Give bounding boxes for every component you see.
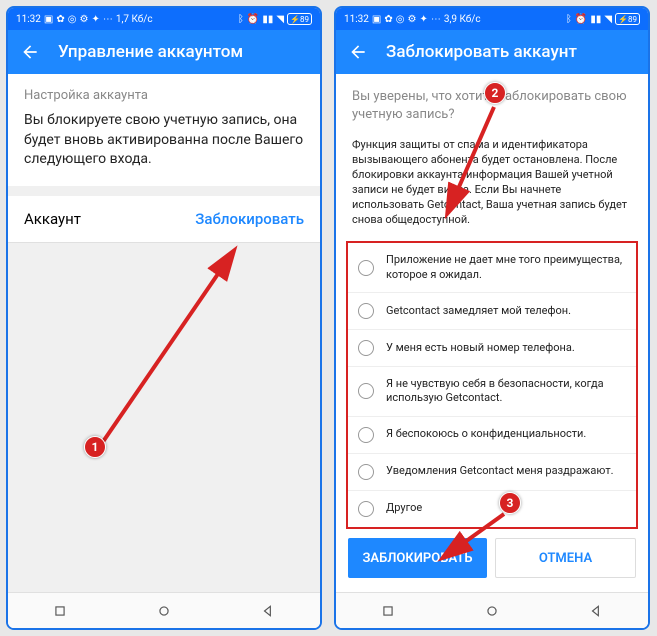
- radio-icon: [358, 383, 374, 399]
- block-button[interactable]: ЗАБЛОКИРОВАТЬ: [348, 538, 487, 578]
- reasons-list: Приложение не дает мне того преимущества…: [346, 241, 638, 528]
- nav-recent-icon[interactable]: [53, 604, 67, 618]
- net-speed: 3,9 Кб/с: [444, 14, 481, 25]
- appbar: Управление аккаунтом: [8, 30, 320, 74]
- reason-option[interactable]: Уведомления Getcontact меня раздражают.: [348, 454, 636, 491]
- bluetooth-icon: ᛒ: [238, 14, 244, 25]
- reason-option[interactable]: Я не чувствую себя в безопасности, когда…: [348, 367, 636, 417]
- status-icon: ✿: [384, 14, 392, 25]
- radio-icon: [358, 464, 374, 480]
- radio-icon: [358, 340, 374, 356]
- reason-option[interactable]: Я беспокоюсь о конфиденциальности.: [348, 417, 636, 454]
- page-title: Управление аккаунтом: [58, 42, 243, 62]
- nav-recent-icon[interactable]: [381, 604, 395, 618]
- battery-indicator: ⚡89: [287, 13, 312, 25]
- radio-icon: [358, 303, 374, 319]
- android-navbar: [8, 592, 320, 628]
- wifi-icon: ◥: [604, 14, 612, 25]
- status-icon: ▣: [44, 14, 53, 25]
- status-icon: ✿: [56, 14, 64, 25]
- step-badge-1: 1: [84, 436, 106, 458]
- status-icon: ✦: [419, 14, 427, 25]
- section-header: Настройка аккаунта: [8, 74, 320, 111]
- signal-icon: ▮▮: [590, 14, 601, 25]
- nav-back-icon[interactable]: [261, 604, 275, 618]
- cancel-button[interactable]: ОТМЕНА: [495, 538, 636, 578]
- status-icon: ▣: [372, 14, 381, 25]
- step-badge-3: 3: [499, 492, 521, 514]
- page-title: Заблокировать аккаунт: [386, 42, 577, 62]
- status-icon: ◎: [68, 14, 77, 25]
- nav-home-icon[interactable]: [157, 604, 171, 618]
- reason-option[interactable]: Приложение не дает мне того преимущества…: [348, 243, 636, 293]
- nav-back-icon[interactable]: [589, 604, 603, 618]
- radio-icon: [358, 501, 374, 517]
- status-icon: ⋯: [431, 14, 441, 25]
- divider: [8, 186, 320, 196]
- radio-icon: [358, 427, 374, 443]
- reason-option[interactable]: У меня есть новый номер телефона.: [348, 330, 636, 367]
- step-badge-2: 2: [484, 82, 506, 104]
- reason-option[interactable]: Другое: [348, 491, 636, 527]
- battery-indicator: ⚡89: [615, 13, 640, 25]
- status-icon: ⚙: [79, 14, 88, 25]
- content-area: Настройка аккаунта Вы блокируете свою уч…: [8, 74, 320, 628]
- status-time: 11:32: [16, 14, 41, 25]
- account-row: Аккаунт Заблокировать: [8, 196, 320, 243]
- nav-home-icon[interactable]: [485, 604, 499, 618]
- alarm-icon: ⏰: [247, 14, 259, 25]
- status-icon: ✦: [91, 14, 99, 25]
- signal-icon: ▮▮: [262, 14, 273, 25]
- status-time: 11:32: [344, 14, 369, 25]
- button-row: ЗАБЛОКИРОВАТЬ ОТМЕНА: [336, 524, 648, 592]
- appbar: Заблокировать аккаунт: [336, 30, 648, 74]
- section-description: Вы блокируете свою учетную запись, она б…: [8, 111, 320, 186]
- alarm-icon: ⏰: [575, 14, 587, 25]
- phone-right: 11:32 ▣ ✿ ◎ ⚙ ✦ ⋯ 3,9 Кб/с ᛒ ⏰ ▮▮ ◥ ⚡89 …: [334, 6, 650, 630]
- status-icon: ⚙: [407, 14, 416, 25]
- back-icon[interactable]: [348, 42, 368, 62]
- wifi-icon: ◥: [276, 14, 284, 25]
- status-icon: ◎: [396, 14, 405, 25]
- net-speed: 1,7 Кб/с: [116, 14, 153, 25]
- confirm-description: Функция защиты от спама и идентификатора…: [336, 130, 648, 237]
- status-icon: ⋯: [103, 14, 113, 25]
- account-label: Аккаунт: [24, 210, 81, 228]
- phone-left: 11:32 ▣ ✿ ◎ ⚙ ✦ ⋯ 1,7 Кб/с ᛒ ⏰ ▮▮ ◥ ⚡89 …: [6, 6, 322, 630]
- bluetooth-icon: ᛒ: [566, 14, 572, 25]
- annotation-arrow: [78, 234, 258, 464]
- android-navbar: [336, 592, 648, 628]
- content-area: Вы уверены, что хотите заблокировать сво…: [336, 74, 648, 628]
- statusbar: 11:32 ▣ ✿ ◎ ⚙ ✦ ⋯ 3,9 Кб/с ᛒ ⏰ ▮▮ ◥ ⚡89: [336, 8, 648, 30]
- block-link[interactable]: Заблокировать: [195, 210, 304, 228]
- back-icon[interactable]: [20, 42, 40, 62]
- radio-icon: [358, 260, 374, 276]
- reason-option[interactable]: Getcontact замедляет мой телефон.: [348, 293, 636, 330]
- statusbar: 11:32 ▣ ✿ ◎ ⚙ ✦ ⋯ 1,7 Кб/с ᛒ ⏰ ▮▮ ◥ ⚡89: [8, 8, 320, 30]
